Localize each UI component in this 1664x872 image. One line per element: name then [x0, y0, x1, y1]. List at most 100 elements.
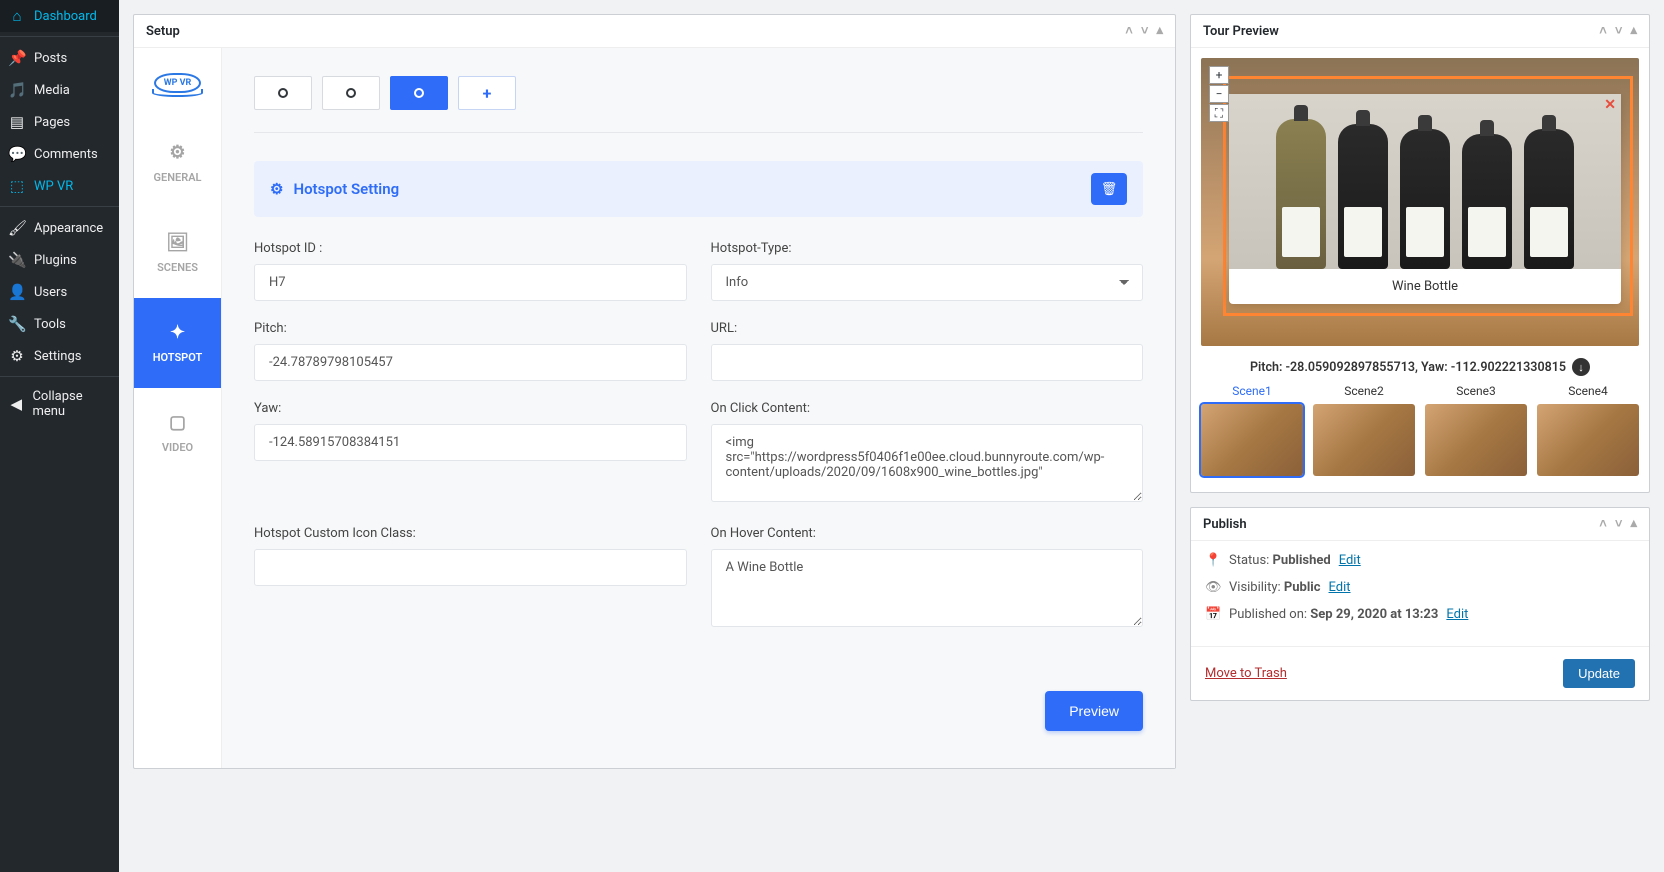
yaw-input[interactable] — [254, 424, 687, 461]
panel-toggle-icon[interactable]: ▴ — [1156, 23, 1163, 39]
hotspot-tab-2[interactable] — [322, 76, 380, 110]
panel-toggle-icon[interactable]: ▴ — [1630, 516, 1637, 532]
edit-status-link[interactable]: Edit — [1339, 553, 1361, 568]
sidebar-item-wpvr[interactable]: ⬚WP VR — [0, 170, 119, 202]
preview-button[interactable]: Preview — [1045, 691, 1143, 731]
url-label: URL: — [711, 321, 1144, 336]
hotspot-id-label: Hotspot ID : — [254, 241, 687, 256]
tab-label: VIDEO — [162, 441, 193, 454]
field-yaw: Yaw: — [254, 401, 687, 506]
hotspot-tabs: + — [254, 76, 1143, 110]
hotspot-tab-1[interactable] — [254, 76, 312, 110]
hotspot-popup: ✕ Wine Bottle — [1229, 94, 1621, 304]
sidebar-item-plugins[interactable]: 🔌Plugins — [0, 244, 119, 276]
tour-preview-panel: Tour Preview ˄ ˅ ▴ + − ⛶ — [1190, 14, 1650, 493]
sidebar-item-users[interactable]: 👤Users — [0, 276, 119, 308]
edit-date-link[interactable]: Edit — [1446, 607, 1468, 622]
tab-hotspot[interactable]: ✦ HOTSPOT — [134, 298, 221, 388]
onclick-textarea[interactable] — [711, 424, 1144, 502]
zoom-out-button[interactable]: − — [1209, 85, 1229, 103]
coords-readout: Pitch: -28.059092897855713, Yaw: -112.90… — [1201, 346, 1639, 384]
popup-close-button[interactable]: ✕ — [1604, 97, 1616, 113]
scene-thumb-1[interactable]: Scene1 — [1201, 384, 1303, 476]
delete-hotspot-button[interactable]: 🗑 — [1091, 173, 1127, 205]
page-icon: ▤ — [8, 113, 26, 131]
yaw-label: Yaw: — [254, 401, 687, 416]
scene-thumb-2[interactable]: Scene2 — [1313, 384, 1415, 476]
tab-general[interactable]: ⚙ GENERAL — [134, 118, 221, 208]
visibility-label: Visibility: — [1229, 580, 1284, 595]
update-button[interactable]: Update — [1563, 659, 1635, 688]
visibility-value: Public — [1284, 580, 1321, 595]
sidebar-item-collapse[interactable]: ◀Collapse menu — [0, 382, 119, 426]
tour-preview-header: Tour Preview ˄ ˅ ▴ — [1191, 15, 1649, 48]
sidebar-item-comments[interactable]: 💬Comments — [0, 138, 119, 170]
hotspot-form: Hotspot ID : Hotspot-Type: Info — [254, 241, 1143, 631]
tab-label: HOTSPOT — [153, 351, 203, 364]
setup-content: + ⚙ Hotspot Setting 🗑 — [222, 48, 1175, 768]
edit-visibility-link[interactable]: Edit — [1329, 580, 1351, 595]
panel-toggle-icon[interactable]: ▴ — [1630, 23, 1637, 39]
status-label: Status: — [1229, 553, 1273, 568]
url-input[interactable] — [711, 344, 1144, 381]
scene-thumbnail-image — [1313, 404, 1415, 476]
hotspot-id-input[interactable] — [254, 264, 687, 301]
publish-date-row: 📅 Published on: Sep 29, 2020 at 13:23 Ed… — [1205, 607, 1635, 622]
pitch-label: Pitch: — [254, 321, 687, 336]
hotspot-tab-3[interactable] — [390, 76, 448, 110]
sidebar-label: Settings — [34, 349, 81, 364]
panel-down-icon[interactable]: ˅ — [1141, 23, 1149, 39]
panel-up-icon[interactable]: ˄ — [1125, 23, 1133, 39]
field-onclick: On Click Content: — [711, 401, 1144, 506]
tour-preview-title: Tour Preview — [1203, 24, 1279, 39]
scene-thumbnail-image — [1201, 404, 1303, 476]
fullscreen-button[interactable]: ⛶ — [1209, 104, 1229, 122]
status-value: Published — [1273, 553, 1331, 568]
panorama-viewer[interactable]: + − ⛶ ✕ — [1201, 58, 1639, 346]
scene-thumb-4[interactable]: Scene4 — [1537, 384, 1639, 476]
sidebar-label: Tools — [34, 317, 66, 332]
scene-label: Scene3 — [1425, 384, 1527, 398]
panel-up-icon[interactable]: ˄ — [1599, 516, 1607, 532]
zoom-in-button[interactable]: + — [1209, 66, 1229, 84]
divider — [254, 132, 1143, 133]
onhover-textarea[interactable] — [711, 549, 1144, 627]
dot-icon — [278, 88, 288, 98]
scene-label: Scene1 — [1201, 384, 1303, 398]
sidebar-item-posts[interactable]: 📌Posts — [0, 42, 119, 74]
sidebar-item-tools[interactable]: 🔧Tools — [0, 308, 119, 340]
coords-text: Pitch: -28.059092897855713, Yaw: -112.90… — [1250, 360, 1566, 375]
comment-icon: 💬 — [8, 145, 26, 163]
sidebar-item-settings[interactable]: ⚙Settings — [0, 340, 119, 372]
move-to-trash-link[interactable]: Move to Trash — [1205, 666, 1287, 681]
download-icon[interactable]: ↓ — [1572, 358, 1590, 376]
tab-scenes[interactable]: 🖼 SCENES — [134, 208, 221, 298]
icon-class-input[interactable] — [254, 549, 687, 586]
tab-label: SCENES — [157, 261, 198, 274]
plus-icon: + — [483, 84, 492, 103]
sidebar-item-pages[interactable]: ▤ Pages — [0, 106, 119, 138]
scene-thumbnail-image — [1425, 404, 1527, 476]
hotspot-setting-header: ⚙ Hotspot Setting 🗑 — [254, 161, 1143, 217]
plug-icon: 🔌 — [8, 251, 26, 269]
panel-down-icon[interactable]: ˅ — [1615, 516, 1623, 532]
hotspot-type-label: Hotspot-Type: — [711, 241, 1144, 256]
eye-icon: 👁 — [1205, 580, 1221, 595]
sidebar-label: Pages — [34, 115, 70, 130]
hotspot-type-select[interactable]: Info — [711, 264, 1144, 301]
hotspot-tab-add[interactable]: + — [458, 76, 516, 110]
sidebar-item-media[interactable]: 🎵 Media — [0, 74, 119, 106]
scene-thumb-3[interactable]: Scene3 — [1425, 384, 1527, 476]
pin-icon: 📌 — [8, 49, 26, 67]
pitch-input[interactable] — [254, 344, 687, 381]
hotspot-setting-title: Hotspot Setting — [293, 180, 399, 198]
sidebar-item-dashboard[interactable]: ⌂Dashboard — [0, 0, 119, 32]
sidebar-label: Media — [34, 83, 70, 98]
panel-down-icon[interactable]: ˅ — [1615, 23, 1623, 39]
sidebar-item-appearance[interactable]: 🖌Appearance — [0, 212, 119, 244]
tab-video[interactable]: ▢ VIDEO — [134, 388, 221, 478]
panel-up-icon[interactable]: ˄ — [1599, 23, 1607, 39]
wine-bottle-icon — [1338, 124, 1388, 269]
calendar-icon: 📅 — [1205, 607, 1221, 622]
media-icon: 🎵 — [8, 81, 26, 99]
